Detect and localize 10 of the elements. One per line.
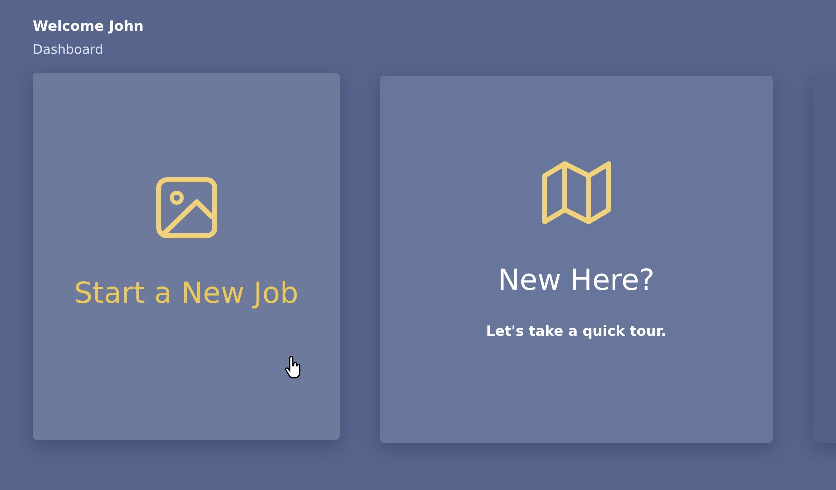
card-title: New Here?	[498, 262, 655, 298]
card-subtitle: Let's take a quick tour.	[486, 324, 667, 340]
map-icon	[540, 160, 612, 226]
hand-cursor-icon	[285, 356, 303, 380]
card-title: Start a New Job	[74, 274, 299, 312]
page-subtitle: Dashboard	[33, 43, 105, 58]
welcome-title: Welcome John	[33, 19, 145, 35]
dashboard-card[interactable]: Start a New Job	[33, 73, 340, 440]
dashboard-card[interactable]: New Here? Let's take a quick tour.	[380, 76, 773, 443]
image-icon	[156, 176, 218, 238]
